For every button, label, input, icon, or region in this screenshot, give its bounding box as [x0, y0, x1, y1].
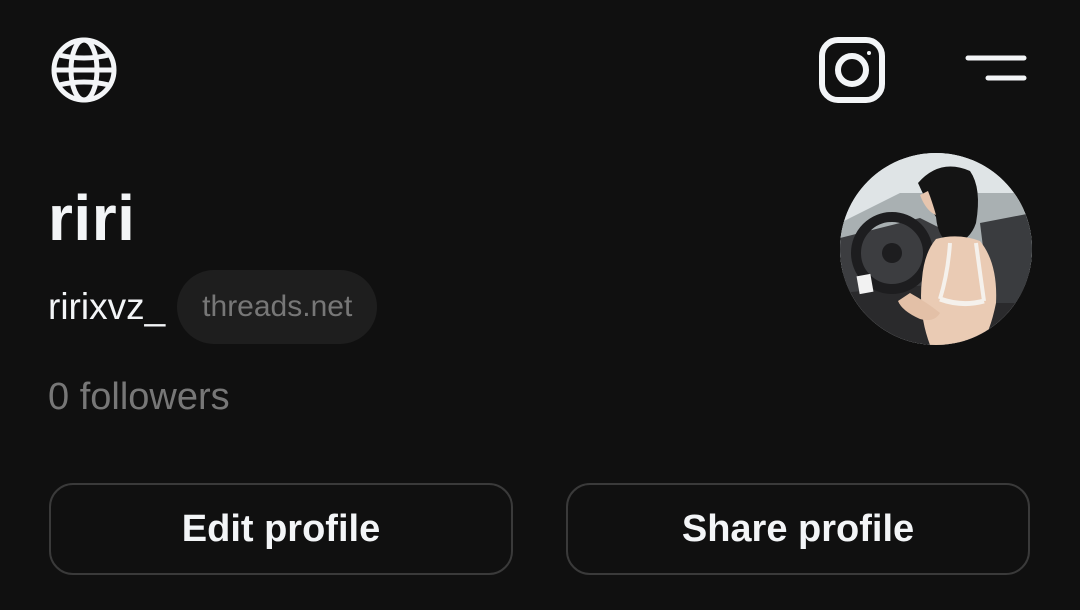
handle-row: ririxvz_ threads.net: [48, 270, 378, 344]
menu-icon[interactable]: [960, 44, 1032, 92]
share-profile-button[interactable]: Share profile: [566, 483, 1030, 575]
avatar-photo: [840, 153, 1032, 345]
followers-count[interactable]: 0 followers: [48, 372, 230, 422]
threads-domain-badge[interactable]: threads.net: [177, 270, 378, 344]
profile-display-name: riri: [48, 182, 136, 254]
profile-handle: ririxvz_: [48, 286, 166, 327]
edit-profile-button[interactable]: Edit profile: [49, 483, 513, 575]
instagram-icon[interactable]: [816, 34, 888, 106]
avatar[interactable]: [840, 153, 1032, 345]
globe-icon[interactable]: [48, 34, 120, 106]
profile-page: riri ririxvz_ threads.net 0 followers Ed…: [0, 0, 1080, 610]
